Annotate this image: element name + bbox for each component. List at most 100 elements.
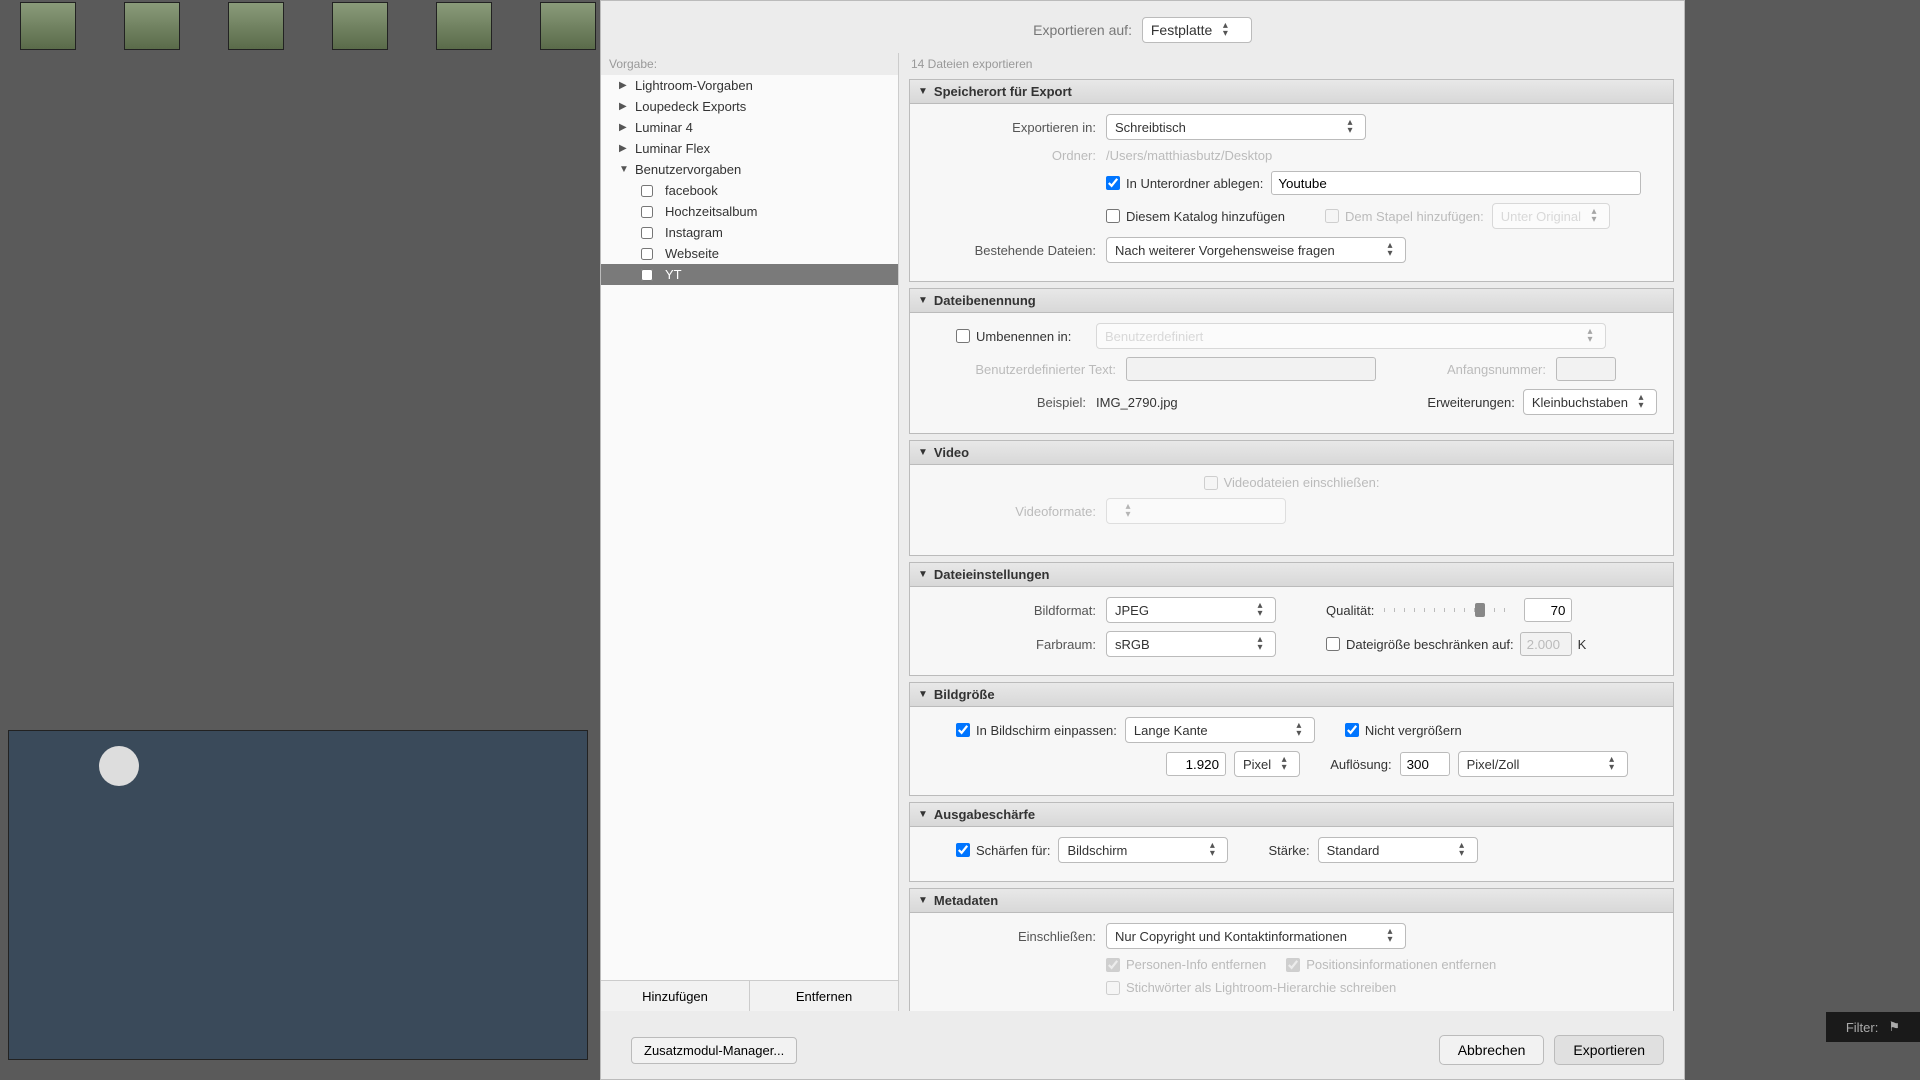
export-settings: 14 Dateien exportieren ▼Speicherort für …	[899, 53, 1684, 1011]
limit-unit: K	[1578, 637, 1587, 652]
preset-group-user[interactable]: ▼Benutzervorgaben	[601, 159, 898, 180]
res-input[interactable]	[1400, 752, 1450, 776]
thumbnail[interactable]	[20, 2, 76, 50]
export-to-select[interactable]: Festplatte ▴▾	[1142, 17, 1252, 43]
quality-input[interactable]	[1524, 598, 1572, 622]
limit-input	[1520, 632, 1572, 656]
thumbnail[interactable]	[124, 2, 180, 50]
updown-icon: ▴▾	[1218, 22, 1232, 38]
panel-head-location[interactable]: ▼Speicherort für Export	[910, 80, 1673, 104]
updown-icon: ▴▾	[1277, 756, 1291, 772]
updown-icon: ▴▾	[1343, 119, 1357, 135]
quality-slider[interactable]	[1384, 608, 1514, 612]
include-select[interactable]: Nur Copyright und Kontaktinformationen▴▾	[1106, 923, 1406, 949]
panel-head-metadata[interactable]: ▼Metadaten	[910, 889, 1673, 913]
video-format-label: Videoformate:	[926, 504, 1106, 519]
updown-icon: ▴▾	[1634, 394, 1648, 410]
thumbnail[interactable]	[228, 2, 284, 50]
fit-label: In Bildschirm einpassen:	[976, 723, 1117, 738]
add-catalog-checkbox[interactable]	[1106, 209, 1120, 223]
panel-sharpen: ▼Ausgabeschärfe Schärfen für:Bildschirm▴…	[909, 802, 1674, 882]
res-unit-select[interactable]: Pixel/Zoll▴▾	[1458, 751, 1628, 777]
format-label: Bildformat:	[926, 603, 1106, 618]
no-enlarge-label: Nicht vergrößern	[1365, 723, 1462, 738]
limit-checkbox[interactable]	[1326, 637, 1340, 651]
export-in-select[interactable]: Schreibtisch▴▾	[1106, 114, 1366, 140]
preset-checkbox[interactable]	[641, 227, 653, 239]
thumbnail[interactable]	[540, 2, 596, 50]
preset-group-luminar4[interactable]: ▶Luminar 4	[601, 117, 898, 138]
preset-yt[interactable]: YT	[601, 264, 898, 285]
triangle-down-icon: ▼	[918, 809, 928, 820]
existing-select[interactable]: Nach weiterer Vorgehensweise fragen▴▾	[1106, 237, 1406, 263]
cancel-button[interactable]: Abbrechen	[1439, 1035, 1545, 1065]
ext-select[interactable]: Kleinbuchstaben▴▾	[1523, 389, 1657, 415]
preset-checkbox[interactable]	[641, 248, 653, 260]
triangle-down-icon: ▼	[918, 895, 928, 906]
preset-group-loupedeck[interactable]: ▶Loupedeck Exports	[601, 96, 898, 117]
colorspace-label: Farbraum:	[926, 637, 1106, 652]
dimension-input[interactable]	[1166, 752, 1226, 776]
preset-checkbox[interactable]	[641, 185, 653, 197]
preset-instagram[interactable]: Instagram	[601, 222, 898, 243]
updown-icon: ▴▾	[1583, 328, 1597, 344]
preset-group-luminarflex[interactable]: ▶Luminar Flex	[601, 138, 898, 159]
strength-select[interactable]: Standard▴▾	[1318, 837, 1478, 863]
dimension-unit-select[interactable]: Pixel▴▾	[1234, 751, 1300, 777]
panel-sizing: ▼Bildgröße In Bildschirm einpassen: Lange…	[909, 682, 1674, 796]
add-stack-label: Dem Stapel hinzufügen:	[1345, 209, 1484, 224]
flag-icon[interactable]: ⚑	[1888, 1019, 1900, 1035]
remove-person-checkbox	[1106, 958, 1120, 972]
triangle-down-icon: ▼	[918, 295, 928, 306]
limit-label: Dateigröße beschränken auf:	[1346, 637, 1514, 652]
preset-group-lightroom[interactable]: ▶Lightroom-Vorgaben	[601, 75, 898, 96]
export-to-label: Exportieren auf:	[1033, 22, 1132, 38]
add-preset-button[interactable]: Hinzufügen	[601, 981, 750, 1011]
preset-hochzeitsalbum[interactable]: Hochzeitsalbum	[601, 201, 898, 222]
triangle-right-icon: ▶	[619, 143, 629, 154]
export-button[interactable]: Exportieren	[1554, 1035, 1664, 1065]
custom-text-input	[1126, 357, 1376, 381]
sharpen-select[interactable]: Bildschirm▴▾	[1058, 837, 1228, 863]
triangle-right-icon: ▶	[619, 122, 629, 133]
panel-head-filesettings[interactable]: ▼Dateieinstellungen	[910, 563, 1673, 587]
subfolder-input[interactable]	[1271, 171, 1641, 195]
remove-preset-button[interactable]: Entfernen	[750, 981, 898, 1011]
panel-location: ▼Speicherort für Export Exportieren in: …	[909, 79, 1674, 282]
no-enlarge-checkbox[interactable]	[1345, 723, 1359, 737]
example-label: Beispiel:	[926, 395, 1096, 410]
preset-checkbox[interactable]	[641, 269, 653, 281]
colorspace-select[interactable]: sRGB▴▾	[1106, 631, 1276, 657]
panel-metadata: ▼Metadaten Einschließen:Nur Copyright un…	[909, 888, 1674, 1011]
webcam-overlay	[8, 730, 588, 1060]
remove-person-label: Personen-Info entfernen	[1126, 957, 1266, 972]
preset-checkbox[interactable]	[641, 206, 653, 218]
startnum-input	[1556, 357, 1616, 381]
panel-head-sharpen[interactable]: ▼Ausgabeschärfe	[910, 803, 1673, 827]
example-value: IMG_2790.jpg	[1096, 395, 1178, 410]
fit-checkbox[interactable]	[956, 723, 970, 737]
updown-icon: ▴▾	[1605, 756, 1619, 772]
ext-label: Erweiterungen:	[1427, 395, 1514, 410]
fit-select[interactable]: Lange Kante▴▾	[1125, 717, 1315, 743]
preset-sidebar: Vorgabe: ▶Lightroom-Vorgaben ▶Loupedeck …	[601, 53, 899, 1011]
panel-head-video[interactable]: ▼Video	[910, 441, 1673, 465]
sharpen-checkbox[interactable]	[956, 843, 970, 857]
panel-head-sizing[interactable]: ▼Bildgröße	[910, 683, 1673, 707]
plugin-manager-button[interactable]: Zusatzmodul-Manager...	[631, 1037, 797, 1064]
thumbnail[interactable]	[436, 2, 492, 50]
panel-naming: ▼Dateibenennung Umbenennen in:Benutzerde…	[909, 288, 1674, 434]
keywords-checkbox	[1106, 981, 1120, 995]
triangle-down-icon: ▼	[918, 689, 928, 700]
rename-select: Benutzerdefiniert▴▾	[1096, 323, 1606, 349]
updown-icon: ▴▾	[1383, 928, 1397, 944]
format-select[interactable]: JPEG▴▾	[1106, 597, 1276, 623]
triangle-down-icon: ▼	[619, 164, 629, 175]
panel-head-naming[interactable]: ▼Dateibenennung	[910, 289, 1673, 313]
video-include-checkbox	[1204, 476, 1218, 490]
preset-facebook[interactable]: facebook	[601, 180, 898, 201]
subfolder-checkbox[interactable]	[1106, 176, 1120, 190]
thumbnail[interactable]	[332, 2, 388, 50]
preset-webseite[interactable]: Webseite	[601, 243, 898, 264]
rename-checkbox[interactable]	[956, 329, 970, 343]
